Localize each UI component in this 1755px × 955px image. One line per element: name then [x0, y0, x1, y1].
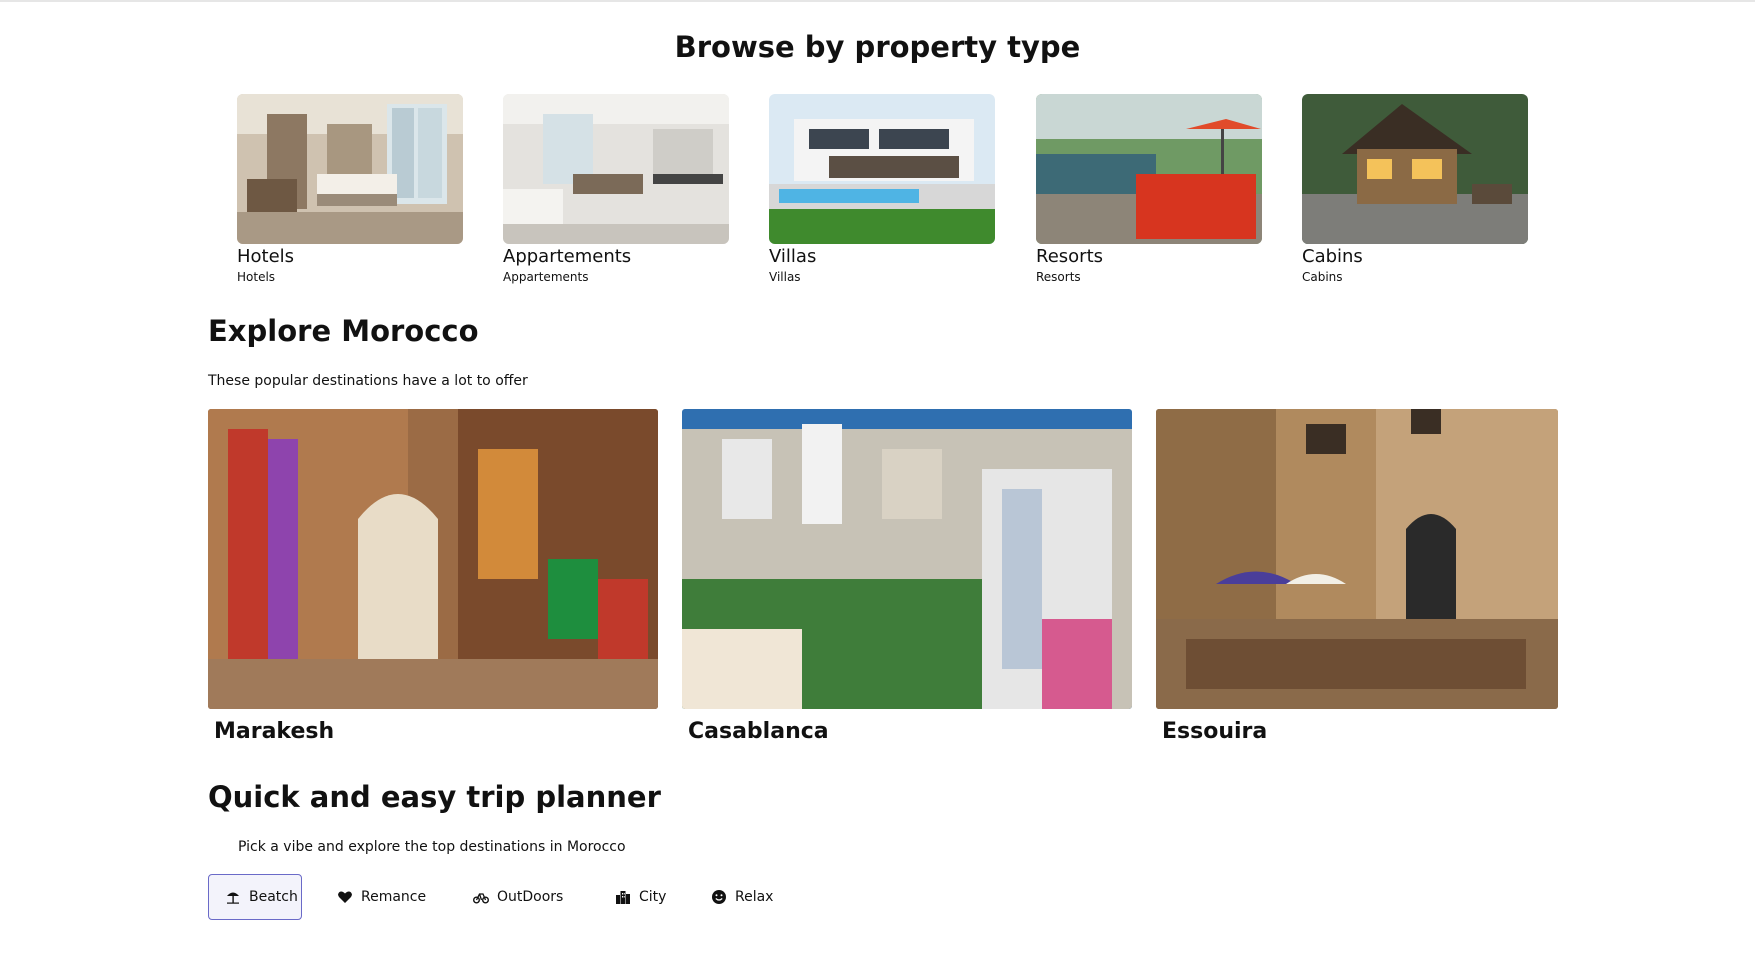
vibe-label: Relax — [735, 889, 774, 905]
villas-image — [769, 94, 995, 244]
city-name: Marakesh — [214, 719, 335, 744]
property-subtitle: Hotels — [237, 270, 276, 284]
resorts-image — [1036, 94, 1262, 244]
city-card-essouira[interactable]: Essouira — [1156, 409, 1558, 744]
heart-icon — [337, 889, 353, 905]
property-subtitle: Cabins — [1302, 270, 1343, 284]
explore-subtitle: These popular destinations have a lot to… — [208, 373, 528, 389]
property-card-appartements[interactable]: Appartements Appartements — [503, 94, 729, 285]
vibe-remance-button[interactable]: Remance — [320, 874, 442, 920]
property-subtitle: Resorts — [1036, 270, 1081, 284]
cabins-image — [1302, 94, 1528, 244]
page: Browse by property type Hotels Hotels Ap… — [0, 0, 1755, 955]
property-subtitle: Appartements — [503, 270, 589, 284]
planner-subtitle: Pick a vibe and explore the top destinat… — [238, 839, 626, 855]
vibe-label: City — [639, 889, 667, 905]
property-name: Resorts — [1036, 246, 1103, 267]
property-type-list: Hotels Hotels Appartements Appartements — [0, 94, 1755, 294]
essouira-image — [1156, 409, 1558, 709]
property-name: Villas — [769, 246, 817, 267]
hotels-image — [237, 94, 463, 244]
appartements-image — [503, 94, 729, 244]
bicycle-icon — [473, 889, 489, 905]
smile-icon — [711, 889, 727, 905]
property-card-cabins[interactable]: Cabins Cabins — [1302, 94, 1528, 285]
vibe-label: Beatch — [249, 889, 298, 905]
vibe-label: Remance — [361, 889, 427, 905]
city-card-casablanca[interactable]: Casablanca — [682, 409, 1132, 744]
property-name: Hotels — [237, 246, 295, 267]
property-name: Cabins — [1302, 246, 1363, 267]
vibe-label: OutDoors — [497, 889, 564, 905]
property-subtitle: Villas — [769, 270, 801, 284]
beach-umbrella-icon — [225, 889, 241, 905]
browse-title: Browse by property type — [674, 30, 1081, 64]
city-name: Casablanca — [688, 719, 829, 744]
top-divider — [0, 0, 1755, 2]
vibe-relax-button[interactable]: Relax — [694, 874, 786, 920]
property-name: Appartements — [503, 246, 632, 267]
planner-title: Quick and easy trip planner — [208, 780, 661, 814]
vibe-outdoors-button[interactable]: OutDoors — [456, 874, 588, 920]
casablanca-image — [682, 409, 1132, 709]
property-card-villas[interactable]: Villas Villas — [769, 94, 995, 285]
explore-title: Explore Morocco — [208, 314, 479, 348]
city-name: Essouira — [1162, 719, 1268, 744]
property-card-resorts[interactable]: Resorts Resorts — [1036, 94, 1262, 285]
vibe-beatch-button[interactable]: Beatch — [208, 874, 302, 920]
marakesh-image — [208, 409, 658, 709]
property-card-hotels[interactable]: Hotels Hotels — [237, 94, 463, 285]
city-icon — [615, 889, 631, 905]
vibe-city-button[interactable]: City — [598, 874, 688, 920]
city-card-marakesh[interactable]: Marakesh — [208, 409, 658, 744]
